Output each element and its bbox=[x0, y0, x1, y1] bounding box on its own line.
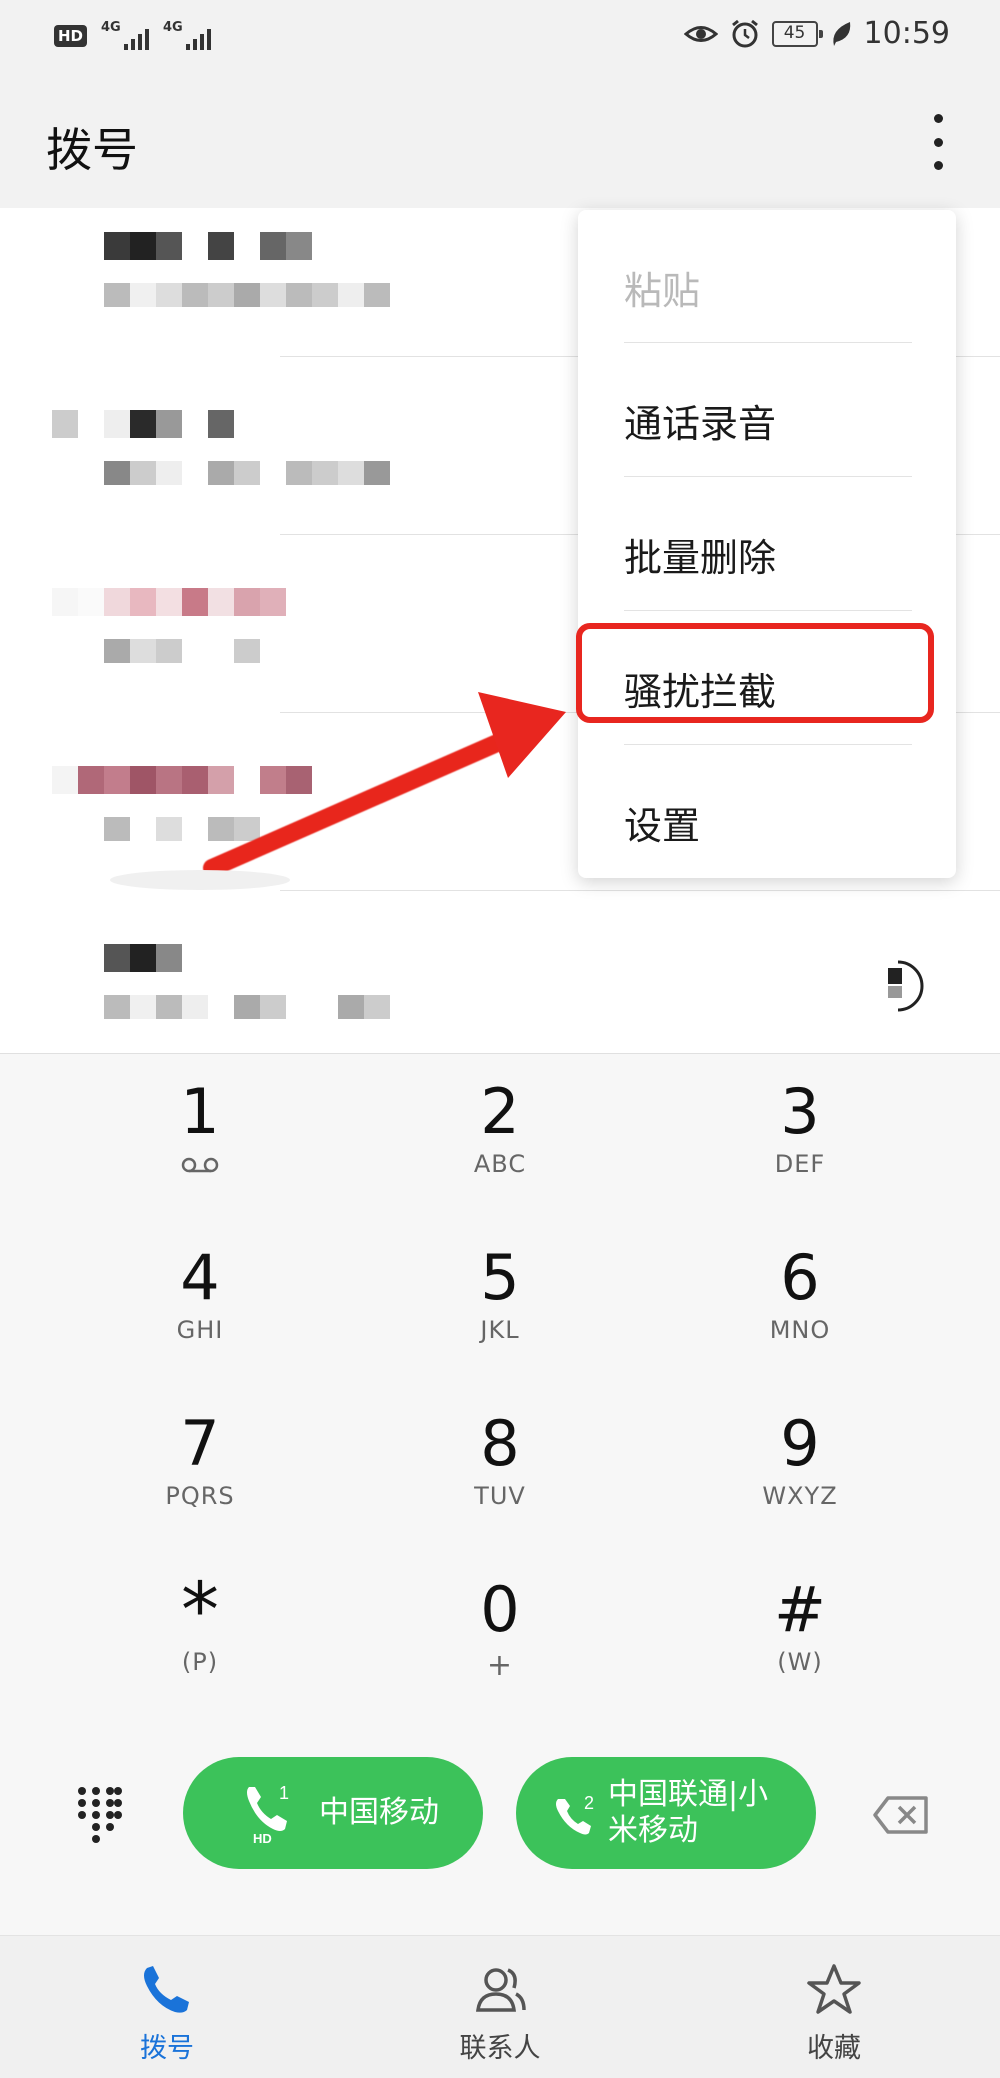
key-digit: 8 bbox=[480, 1407, 520, 1480]
alarm-icon bbox=[731, 19, 758, 47]
key-letters: GHI bbox=[176, 1316, 224, 1344]
nav-tab-favorites[interactable]: 收藏 bbox=[724, 1936, 944, 2078]
svg-text:1: 1 bbox=[279, 1783, 289, 1803]
info-icon[interactable] bbox=[880, 958, 924, 1014]
status-bar-right: 45 10:59 bbox=[683, 16, 950, 51]
key-letters: (W) bbox=[777, 1648, 823, 1676]
key-0[interactable]: 0 + bbox=[350, 1552, 650, 1712]
key-6[interactable]: 6 MNO bbox=[650, 1220, 950, 1380]
sim2-signal-icon: 4G bbox=[163, 20, 212, 52]
key-digit: 5 bbox=[480, 1241, 520, 1314]
overflow-menu: 粘贴 通话录音 批量删除 骚扰拦截 设置 bbox=[578, 210, 956, 878]
page-title: 拨号 bbox=[46, 123, 138, 177]
key-letters: ABC bbox=[473, 1150, 527, 1178]
key-letters: (P) bbox=[181, 1648, 219, 1676]
key-digit: # bbox=[774, 1573, 826, 1646]
key-letters: DEF bbox=[774, 1150, 826, 1178]
key-8[interactable]: 8 TUV bbox=[350, 1386, 650, 1546]
sim2-network-type: 4G bbox=[163, 20, 183, 35]
dialer-screen: HD 4G 4G 45 10:59 拨号 粘贴 通话录音 批量删除 骚扰拦截 设… bbox=[0, 0, 1000, 2078]
key-digit: 2 bbox=[480, 1075, 520, 1148]
dialpad: 1 2 ABC 3 DEF 4 GHI 5 JKL 6 MNO 7 PQRS 8 bbox=[0, 1053, 1000, 1933]
key-4[interactable]: 4 GHI bbox=[50, 1220, 350, 1380]
eye-comfort-icon bbox=[683, 25, 718, 42]
key-digit: 7 bbox=[180, 1407, 220, 1480]
phone-sim1-icon: 1 HD bbox=[243, 1781, 305, 1846]
svg-text:HD: HD bbox=[253, 1831, 272, 1845]
contact-name-obscured bbox=[52, 766, 312, 794]
key-digit: 1 bbox=[180, 1075, 220, 1148]
call-sim2-label-line1: 中国联通|小 bbox=[608, 1777, 769, 1812]
key-digit: * bbox=[181, 1565, 219, 1654]
nav-tab-dialer[interactable]: 拨号 bbox=[57, 1936, 277, 2078]
phone-sim2-icon: 2 bbox=[554, 1781, 604, 1845]
backspace-icon[interactable] bbox=[872, 1795, 930, 1835]
leaf-icon bbox=[832, 21, 850, 46]
call-detail-obscured bbox=[104, 995, 390, 1019]
key-digit: 4 bbox=[180, 1241, 220, 1314]
key-letters: TUV bbox=[474, 1482, 526, 1510]
bottom-navigation: 拨号 联系人 收藏 bbox=[0, 1935, 1000, 2078]
call-sim2-label-line2: 米移动 bbox=[608, 1813, 698, 1848]
menu-item-call-recording[interactable]: 通话录音 bbox=[624, 353, 910, 487]
phone-icon bbox=[144, 1966, 189, 2013]
key-star[interactable]: * (P) bbox=[50, 1552, 350, 1712]
call-detail-obscured bbox=[104, 817, 260, 841]
key-9[interactable]: 9 WXYZ bbox=[650, 1386, 950, 1546]
menu-item-settings[interactable]: 设置 bbox=[624, 755, 910, 889]
call-detail-obscured bbox=[104, 283, 390, 307]
more-vertical-icon[interactable] bbox=[926, 114, 950, 170]
call-sim1-button[interactable]: 1 HD 中国移动 bbox=[183, 1757, 483, 1869]
call-sim2-button[interactable]: 2 中国联通|小 米移动 bbox=[516, 1757, 816, 1869]
key-digit: 6 bbox=[780, 1241, 820, 1314]
key-hash[interactable]: # (W) bbox=[650, 1552, 950, 1712]
key-1[interactable]: 1 bbox=[50, 1054, 350, 1214]
key-3[interactable]: 3 DEF bbox=[650, 1054, 950, 1214]
menu-item-batch-delete[interactable]: 批量删除 bbox=[624, 487, 910, 621]
hd-badge: HD bbox=[54, 25, 88, 47]
nav-tab-label: 拨号 bbox=[140, 2033, 194, 2064]
nav-tab-label: 联系人 bbox=[459, 2033, 541, 2064]
contact-name-obscured bbox=[52, 588, 286, 616]
call-sim1-label: 中国移动 bbox=[319, 1795, 439, 1830]
call-detail-obscured bbox=[104, 461, 390, 485]
status-bar-left: HD 4G 4G bbox=[54, 20, 212, 52]
svg-text:2: 2 bbox=[584, 1793, 594, 1813]
nav-tab-contacts[interactable]: 联系人 bbox=[390, 1936, 610, 2078]
key-2[interactable]: 2 ABC bbox=[350, 1054, 650, 1214]
call-sim2-label: 中国联通|小 米移动 bbox=[608, 1777, 768, 1849]
contact-name-obscured bbox=[104, 232, 312, 260]
status-bar: HD 4G 4G 45 10:59 bbox=[0, 0, 1000, 76]
call-detail-obscured bbox=[104, 639, 260, 663]
sim1-network-type: 4G bbox=[101, 20, 121, 35]
key-digit: 0 bbox=[480, 1573, 520, 1646]
key-letters: MNO bbox=[769, 1316, 831, 1344]
contact-name-obscured bbox=[52, 410, 234, 438]
key-letters: JKL bbox=[480, 1316, 520, 1344]
voicemail-icon bbox=[181, 1157, 219, 1173]
key-letters: PQRS bbox=[165, 1482, 235, 1510]
battery-icon: 45 bbox=[771, 20, 823, 47]
nav-tab-label: 收藏 bbox=[807, 2033, 861, 2064]
contact-name-obscured bbox=[104, 944, 182, 972]
contacts-icon bbox=[476, 1968, 526, 2012]
key-letters: WXYZ bbox=[762, 1482, 838, 1510]
dialpad-toggle-icon[interactable] bbox=[78, 1787, 122, 1843]
key-digit: 3 bbox=[780, 1075, 820, 1148]
menu-item-paste[interactable]: 粘贴 bbox=[624, 220, 910, 354]
key-digit: 9 bbox=[780, 1407, 820, 1480]
star-icon bbox=[807, 1964, 861, 2014]
key-7[interactable]: 7 PQRS bbox=[50, 1386, 350, 1546]
clock: 10:59 bbox=[863, 16, 950, 51]
highlight-box bbox=[576, 623, 934, 723]
sim1-signal-icon: 4G bbox=[101, 20, 150, 52]
key-5[interactable]: 5 JKL bbox=[350, 1220, 650, 1380]
key-letters: + bbox=[486, 1648, 514, 1683]
app-bar: 拨号 bbox=[0, 76, 1000, 208]
